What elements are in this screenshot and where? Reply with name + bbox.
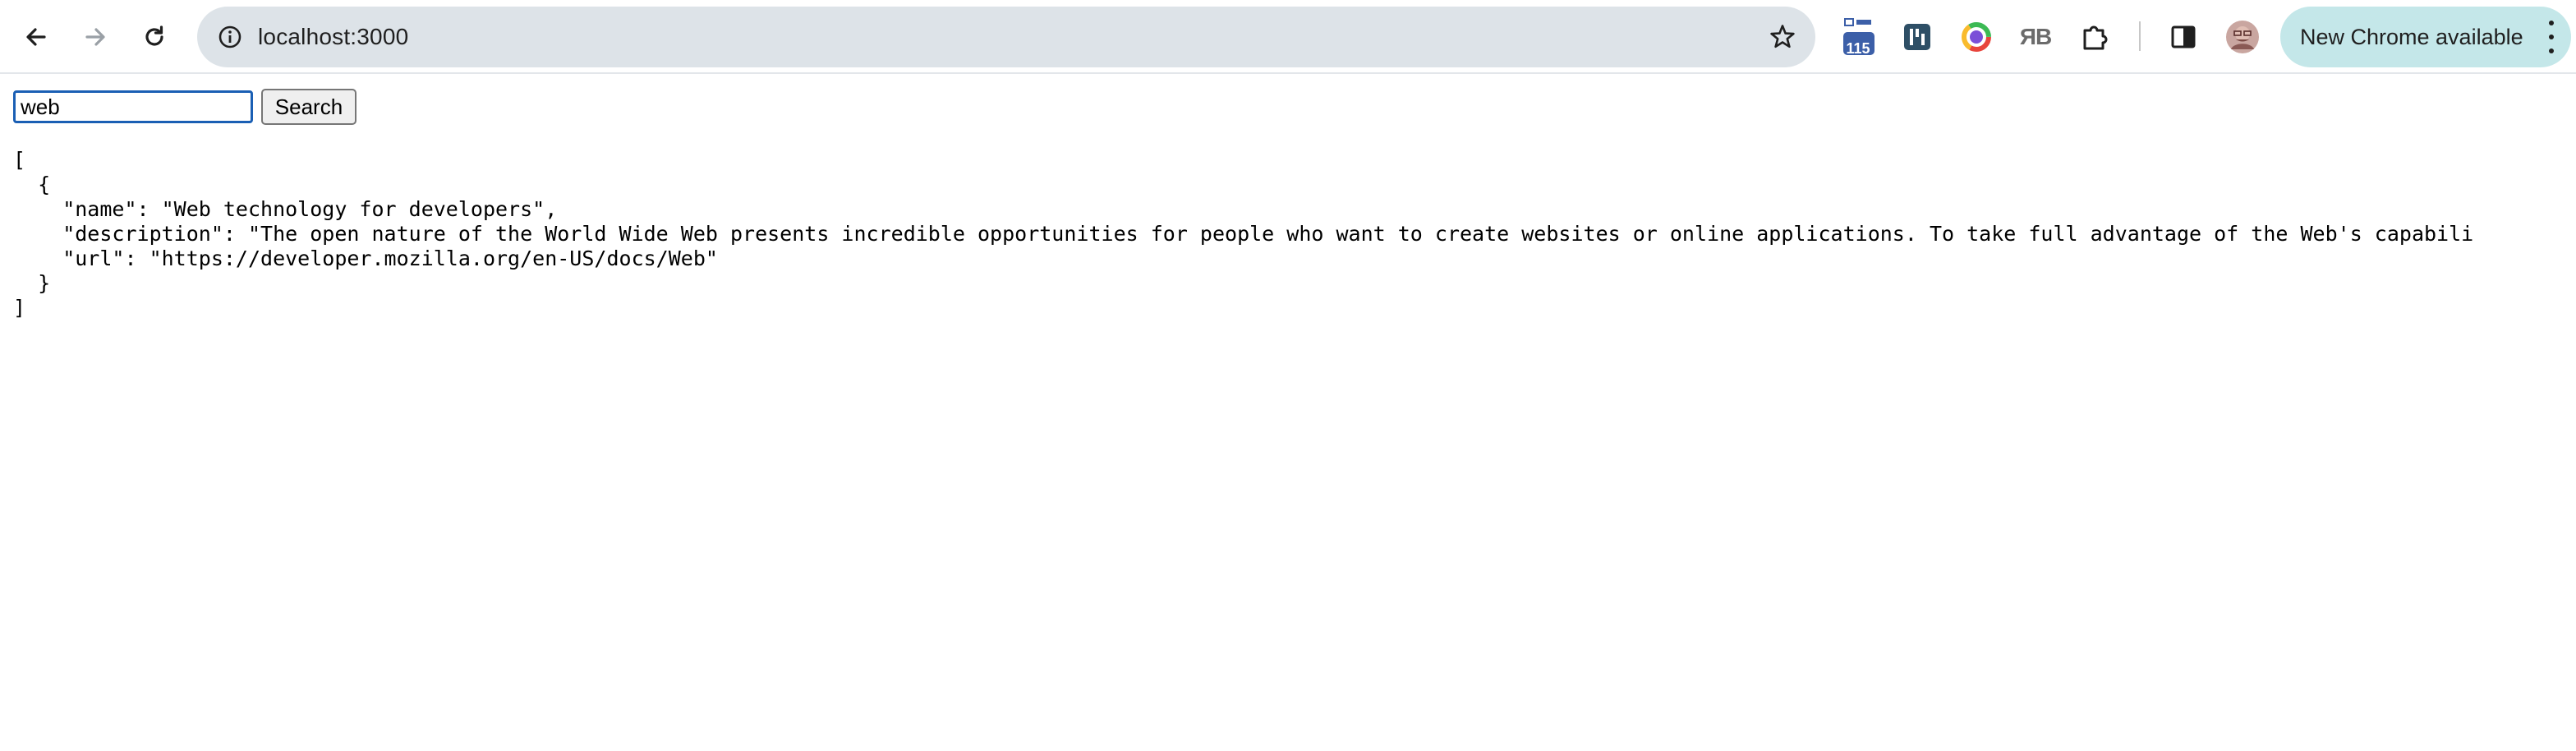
reload-icon bbox=[145, 25, 163, 46]
update-label: New Chrome available bbox=[2300, 24, 2523, 49]
info-icon bbox=[218, 25, 242, 48]
badge-extension-button[interactable]: 115 bbox=[1832, 11, 1884, 63]
rb-extension-button[interactable]: ЯB bbox=[2009, 11, 2062, 63]
json-results-output: [ { "name": "Web technology for develope… bbox=[13, 148, 2474, 320]
reload-button[interactable] bbox=[128, 11, 181, 63]
color-extension-button[interactable] bbox=[1950, 11, 2003, 63]
side-panel-icon bbox=[2171, 25, 2196, 48]
back-button[interactable] bbox=[10, 11, 62, 63]
url-text[interactable]: localhost:3000 bbox=[258, 7, 408, 67]
search-input[interactable] bbox=[13, 90, 253, 123]
avatar bbox=[2226, 21, 2259, 53]
page-content: Search [ { "name": "Web technology for d… bbox=[0, 76, 2576, 751]
extensions-button[interactable] bbox=[2068, 11, 2121, 63]
badge-count: 115 bbox=[1846, 40, 1870, 57]
dashboard-extension-button[interactable] bbox=[1891, 11, 1944, 63]
site-info-button[interactable] bbox=[207, 14, 253, 60]
color-circle-extension-icon bbox=[1962, 22, 1991, 52]
profile-button[interactable] bbox=[2216, 11, 2269, 63]
rb-extension-icon: ЯB bbox=[2019, 24, 2052, 49]
puzzle-extensions-icon bbox=[2083, 25, 2108, 50]
star-icon bbox=[1770, 25, 1795, 48]
arrow-left-icon bbox=[26, 28, 46, 46]
side-panel-button[interactable] bbox=[2157, 11, 2210, 63]
arrow-right-icon bbox=[85, 28, 105, 46]
bookmark-button[interactable] bbox=[1760, 14, 1806, 60]
address-bar[interactable]: localhost:3000 bbox=[197, 7, 1815, 67]
dashboard-extension-icon bbox=[1904, 24, 1930, 50]
more-options-icon[interactable] bbox=[2546, 21, 2556, 53]
browser-toolbar: localhost:3000 115 ЯB New Chrome availab… bbox=[0, 0, 2576, 74]
forward-button[interactable] bbox=[69, 11, 122, 63]
search-button[interactable]: Search bbox=[261, 89, 356, 125]
toolbar-divider bbox=[2139, 21, 2141, 51]
new-chrome-available-button[interactable]: New Chrome available bbox=[2280, 7, 2571, 67]
